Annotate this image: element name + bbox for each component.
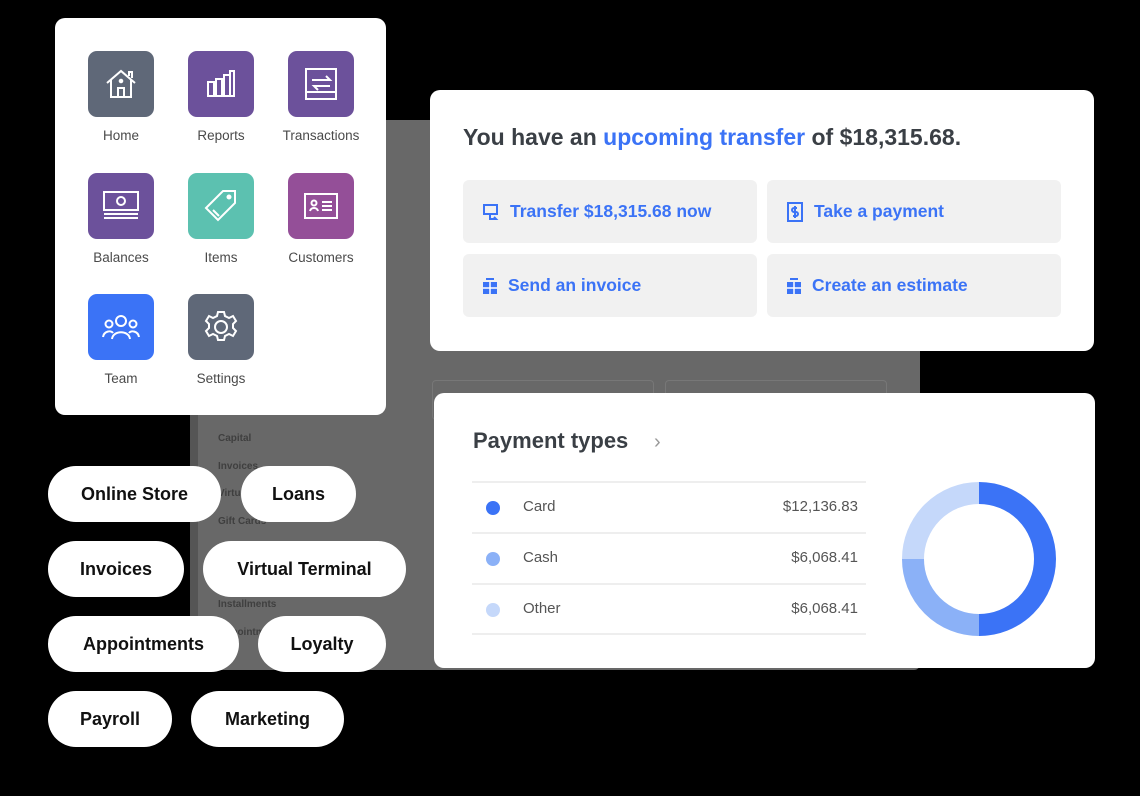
- estimate-icon: [787, 277, 801, 294]
- app-items[interactable]: Items: [171, 173, 271, 265]
- product-pill-appointments[interactable]: Appointments: [48, 616, 239, 672]
- payment-name: Cash: [523, 549, 559, 566]
- transfer-now-button[interactable]: Transfer $18,315.68 now: [463, 180, 757, 243]
- product-pill-online-store[interactable]: Online Store: [48, 466, 221, 522]
- app-label: Home: [102, 128, 139, 143]
- transfer-headline: You have an upcoming transfer of $18,315…: [463, 124, 961, 151]
- payment-row: Cash $6,068.41: [472, 532, 866, 583]
- app-home[interactable]: Home: [71, 51, 171, 143]
- product-pill-loans[interactable]: Loans: [241, 466, 356, 522]
- app-label: Customers: [288, 250, 354, 265]
- product-pill-payroll[interactable]: Payroll: [48, 691, 172, 747]
- take-payment-button[interactable]: Take a payment: [767, 180, 1061, 243]
- gear-icon: [188, 294, 254, 360]
- product-pill-virtual-terminal[interactable]: Virtual Terminal: [203, 541, 406, 597]
- headline-prefix: You have an: [463, 124, 604, 150]
- product-pill-loyalty[interactable]: Loyalty: [258, 616, 386, 672]
- app-balances[interactable]: Balances: [71, 173, 171, 265]
- payment-value: $6,068.41: [791, 549, 858, 566]
- donut-slice-cash: [902, 558, 980, 636]
- transfer-arrows-icon: [288, 51, 354, 117]
- app-launcher: Home Reports Transactions Balances Items…: [55, 18, 386, 415]
- app-team[interactable]: Team: [71, 294, 171, 386]
- legend-dot: [486, 603, 500, 617]
- app-settings[interactable]: Settings: [171, 294, 271, 386]
- legend-dot: [486, 501, 500, 515]
- legend-dot: [486, 552, 500, 566]
- bg-nav-item: Capital: [218, 433, 252, 444]
- payment-types-card: Payment types › Card $12,136.83 Cash $6,…: [434, 393, 1095, 668]
- headline-amount: of $18,315.68.: [805, 124, 962, 150]
- transfer-monitor-icon: [483, 203, 499, 220]
- app-label: Balances: [93, 250, 149, 265]
- action-label: Create an estimate: [812, 275, 968, 295]
- donut-slice-card: [978, 482, 1056, 636]
- app-transactions[interactable]: Transactions: [271, 51, 371, 143]
- donut-slice-other: [902, 482, 980, 560]
- app-label: Settings: [196, 371, 246, 386]
- upcoming-transfer-link[interactable]: upcoming transfer: [603, 124, 805, 150]
- payment-types-title[interactable]: Payment types: [473, 428, 628, 454]
- action-label: Take a payment: [814, 201, 945, 221]
- home-icon: [88, 51, 154, 117]
- product-pill-invoices[interactable]: Invoices: [48, 541, 184, 597]
- bg-nav-item: Installments: [218, 599, 277, 610]
- send-invoice-button[interactable]: Send an invoice: [463, 254, 757, 317]
- tag-icon: [188, 173, 254, 239]
- invoice-icon: [483, 277, 497, 294]
- app-label: Team: [104, 371, 138, 386]
- id-card-icon: [288, 173, 354, 239]
- bar-chart-icon: [188, 51, 254, 117]
- app-label: Items: [204, 250, 238, 265]
- product-pill-marketing[interactable]: Marketing: [191, 691, 344, 747]
- dollar-doc-icon: [787, 201, 803, 222]
- app-label: Reports: [197, 128, 245, 143]
- action-label: Transfer $18,315.68 now: [510, 201, 712, 221]
- people-icon: [88, 294, 154, 360]
- create-estimate-button[interactable]: Create an estimate: [767, 254, 1061, 317]
- payment-row: Other $6,068.41: [472, 583, 866, 634]
- app-label: Transactions: [282, 128, 360, 143]
- upcoming-transfer-card: You have an upcoming transfer of $18,315…: [430, 90, 1094, 351]
- app-reports[interactable]: Reports: [171, 51, 271, 143]
- payment-row: Card $12,136.83: [472, 481, 866, 532]
- table-divider: [472, 633, 866, 635]
- payment-donut-chart: [902, 482, 1056, 636]
- payment-name: Other: [523, 600, 561, 617]
- action-label: Send an invoice: [508, 275, 642, 295]
- payment-name: Card: [523, 498, 556, 515]
- cash-stack-icon: [88, 173, 154, 239]
- chevron-right-icon[interactable]: ›: [654, 431, 661, 454]
- payment-value: $12,136.83: [782, 498, 858, 515]
- app-customers[interactable]: Customers: [271, 173, 371, 265]
- payment-value: $6,068.41: [791, 600, 858, 617]
